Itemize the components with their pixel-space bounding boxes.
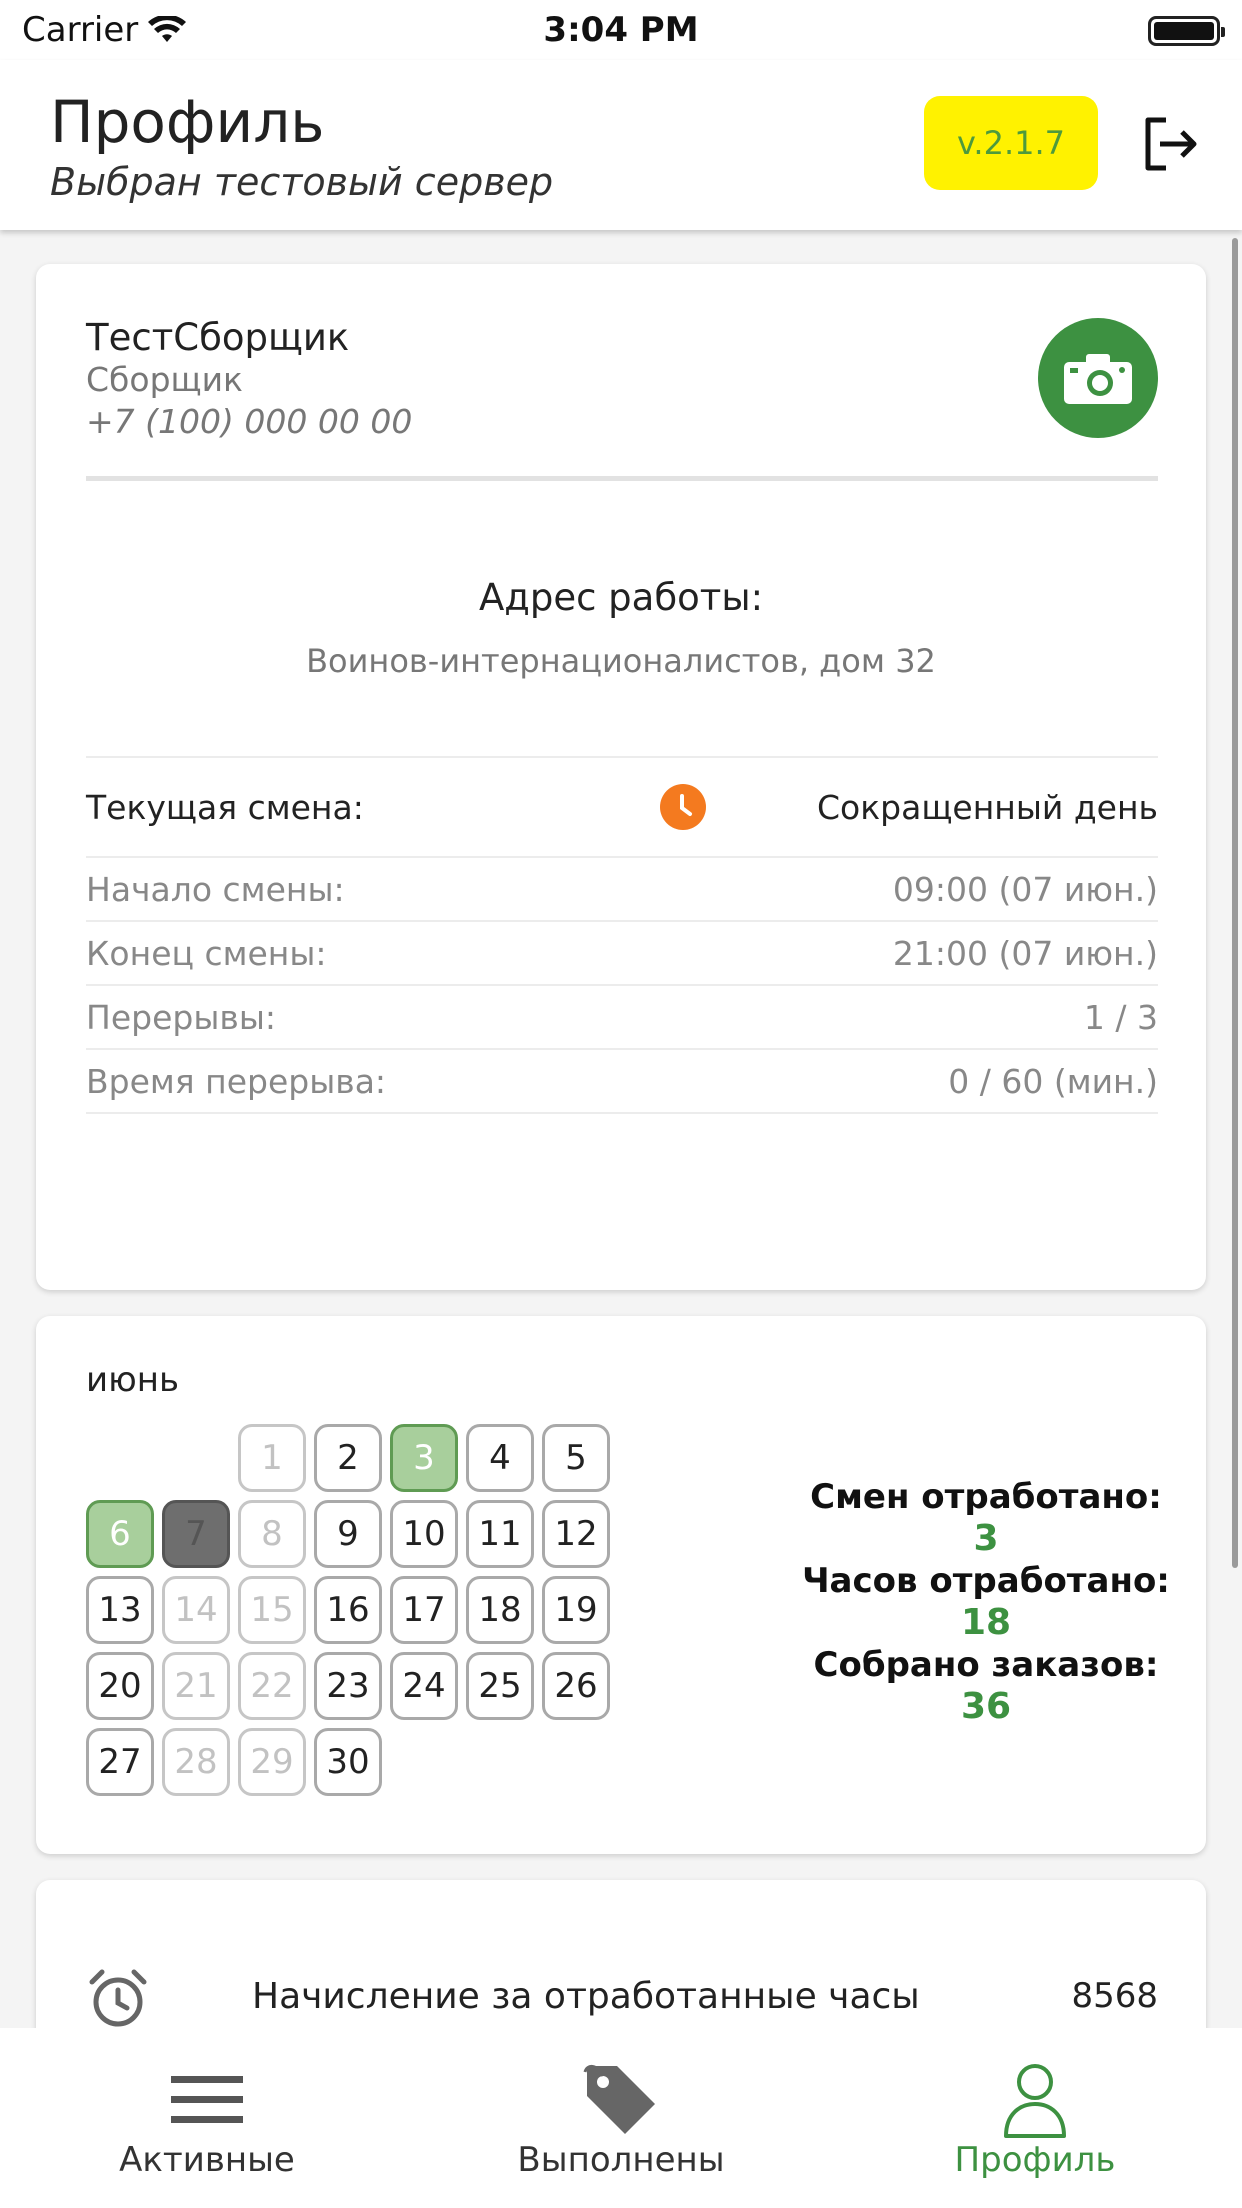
calendar-day[interactable]: 29 bbox=[238, 1728, 306, 1796]
calendar-day[interactable]: 19 bbox=[542, 1576, 610, 1644]
calendar-day[interactable]: 18 bbox=[466, 1576, 534, 1644]
page-title: Профиль bbox=[50, 88, 325, 156]
calendar-day[interactable]: 13 bbox=[86, 1576, 154, 1644]
user-name: ТестСборщик bbox=[86, 316, 350, 359]
server-subtitle: Выбран тестовый сервер bbox=[50, 160, 554, 204]
orders-collected-label: Собрано заказов: bbox=[813, 1645, 1159, 1685]
calendar-day[interactable]: 26 bbox=[542, 1652, 610, 1720]
calendar-day[interactable]: 10 bbox=[390, 1500, 458, 1568]
shift-start-value: 09:00 (07 июн.) bbox=[892, 869, 1158, 909]
logout-button[interactable] bbox=[1140, 114, 1200, 174]
user-role: Сборщик bbox=[86, 360, 243, 399]
current-shift-label: Текущая смена: bbox=[86, 787, 364, 827]
app-header: Профиль Выбран тестовый сервер v.2.1.7 bbox=[0, 60, 1242, 230]
shift-divider bbox=[86, 1112, 1158, 1114]
calendar-day[interactable]: 28 bbox=[162, 1728, 230, 1796]
profile-divider bbox=[86, 476, 1158, 481]
calendar-day[interactable]: 24 bbox=[390, 1652, 458, 1720]
shifts-worked-label: Смен отработано: bbox=[810, 1477, 1162, 1517]
calendar-day[interactable]: 14 bbox=[162, 1576, 230, 1644]
nav-profile-tab[interactable]: Профиль bbox=[828, 2028, 1242, 2208]
shifts-worked-value: 3 bbox=[973, 1518, 999, 1559]
alarm-clock-icon bbox=[89, 1969, 147, 2027]
breaks-label: Перерывы: bbox=[86, 997, 276, 1037]
work-stats: Смен отработано: 3 Часов отработано: 18 … bbox=[776, 1476, 1196, 1728]
calendar-day[interactable]: 8 bbox=[238, 1500, 306, 1568]
tag-icon bbox=[576, 2060, 666, 2140]
camera-icon bbox=[1064, 354, 1132, 404]
version-badge[interactable]: v.2.1.7 bbox=[924, 96, 1098, 190]
calendar-day[interactable]: 12 bbox=[542, 1500, 610, 1568]
person-icon bbox=[990, 2060, 1080, 2140]
calendar-day[interactable]: 11 bbox=[466, 1500, 534, 1568]
break-time-value: 0 / 60 (мин.) bbox=[948, 1061, 1158, 1101]
calendar-day[interactable]: 5 bbox=[542, 1424, 610, 1492]
logout-icon bbox=[1145, 117, 1197, 171]
accrual-label: Начисление за отработанные часы bbox=[252, 1976, 920, 2017]
nav-completed-label: Выполнены bbox=[517, 2140, 725, 2180]
calendar-day[interactable]: 23 bbox=[314, 1652, 382, 1720]
calendar-day[interactable]: 25 bbox=[466, 1652, 534, 1720]
shift-start-label: Начало смены: bbox=[86, 869, 345, 909]
calendar-day[interactable]: 20 bbox=[86, 1652, 154, 1720]
camera-button[interactable] bbox=[1038, 318, 1158, 438]
calendar-day[interactable]: 30 bbox=[314, 1728, 382, 1796]
hours-worked-value: 18 bbox=[960, 1602, 1012, 1643]
address-label: Адрес работы: bbox=[478, 576, 764, 619]
shift-detail-row: Перерывы: 1 / 3 bbox=[86, 984, 1158, 1048]
calendar-day[interactable]: 17 bbox=[390, 1576, 458, 1644]
calendar-day[interactable]: 9 bbox=[314, 1500, 382, 1568]
calendar-day[interactable]: 3 bbox=[390, 1424, 458, 1492]
hours-worked-label: Часов отработано: bbox=[802, 1561, 1170, 1601]
user-phone: +7 (100) 000 00 00 bbox=[86, 402, 413, 441]
calendar-day[interactable]: 6 bbox=[86, 1500, 154, 1568]
nav-active-tab[interactable]: Активные bbox=[0, 2028, 414, 2208]
shift-detail-row: Начало смены: 09:00 (07 июн.) bbox=[86, 856, 1158, 920]
nav-completed-tab[interactable]: Выполнены bbox=[414, 2028, 828, 2208]
orders-collected-value: 36 bbox=[960, 1686, 1012, 1727]
calendar-day[interactable]: 22 bbox=[238, 1652, 306, 1720]
break-time-label: Время перерыва: bbox=[86, 1061, 387, 1101]
shift-end-label: Конец смены: bbox=[86, 933, 327, 973]
breaks-value: 1 / 3 bbox=[1083, 997, 1158, 1037]
calendar-day[interactable]: 2 bbox=[314, 1424, 382, 1492]
current-shift-value: Сокращенный день bbox=[816, 787, 1158, 827]
calendar-day[interactable]: 27 bbox=[86, 1728, 154, 1796]
address-value: Воинов-интернационалистов, дом 32 bbox=[306, 642, 936, 680]
nav-active-label: Активные bbox=[119, 2140, 295, 2180]
calendar-month: июнь bbox=[86, 1360, 179, 1400]
calendar-day[interactable]: 1 bbox=[238, 1424, 306, 1492]
calendar-day[interactable]: 21 bbox=[162, 1652, 230, 1720]
shift-end-value: 21:00 (07 июн.) bbox=[892, 933, 1158, 973]
current-shift-row: Текущая смена: Сокращенный день bbox=[86, 756, 1158, 856]
clock-icon bbox=[660, 784, 706, 830]
calendar-day[interactable]: 16 bbox=[314, 1576, 382, 1644]
menu-lines-icon bbox=[162, 2060, 252, 2140]
calendar-day[interactable]: 7 bbox=[162, 1500, 230, 1568]
shift-detail-row: Конец смены: 21:00 (07 июн.) bbox=[86, 920, 1158, 984]
nav-profile-label: Профиль bbox=[954, 2140, 1116, 2180]
calendar-day[interactable]: 4 bbox=[466, 1424, 534, 1492]
battery-icon bbox=[1148, 16, 1225, 46]
status-bar: Carrier 3:04 PM bbox=[0, 0, 1242, 60]
calendar-day[interactable]: 15 bbox=[238, 1576, 306, 1644]
calendar-card: июнь 1 2 3 4 5 6 7 8 9 10 11 12 13 14 15 16 17 18 19 20 21 22… bbox=[36, 1316, 1206, 1854]
shift-detail-row: Время перерыва: 0 / 60 (мин.) bbox=[86, 1048, 1158, 1112]
clock-time: 3:04 PM bbox=[543, 10, 699, 50]
accrual-value: 8568 bbox=[1071, 1976, 1158, 2016]
profile-card: ТестСборщик Сборщик +7 (100) 000 00 00 А… bbox=[36, 264, 1206, 1290]
bottom-navigation: Активные Выполнены Профиль bbox=[0, 2028, 1242, 2208]
scrollbar[interactable] bbox=[1232, 238, 1238, 1568]
